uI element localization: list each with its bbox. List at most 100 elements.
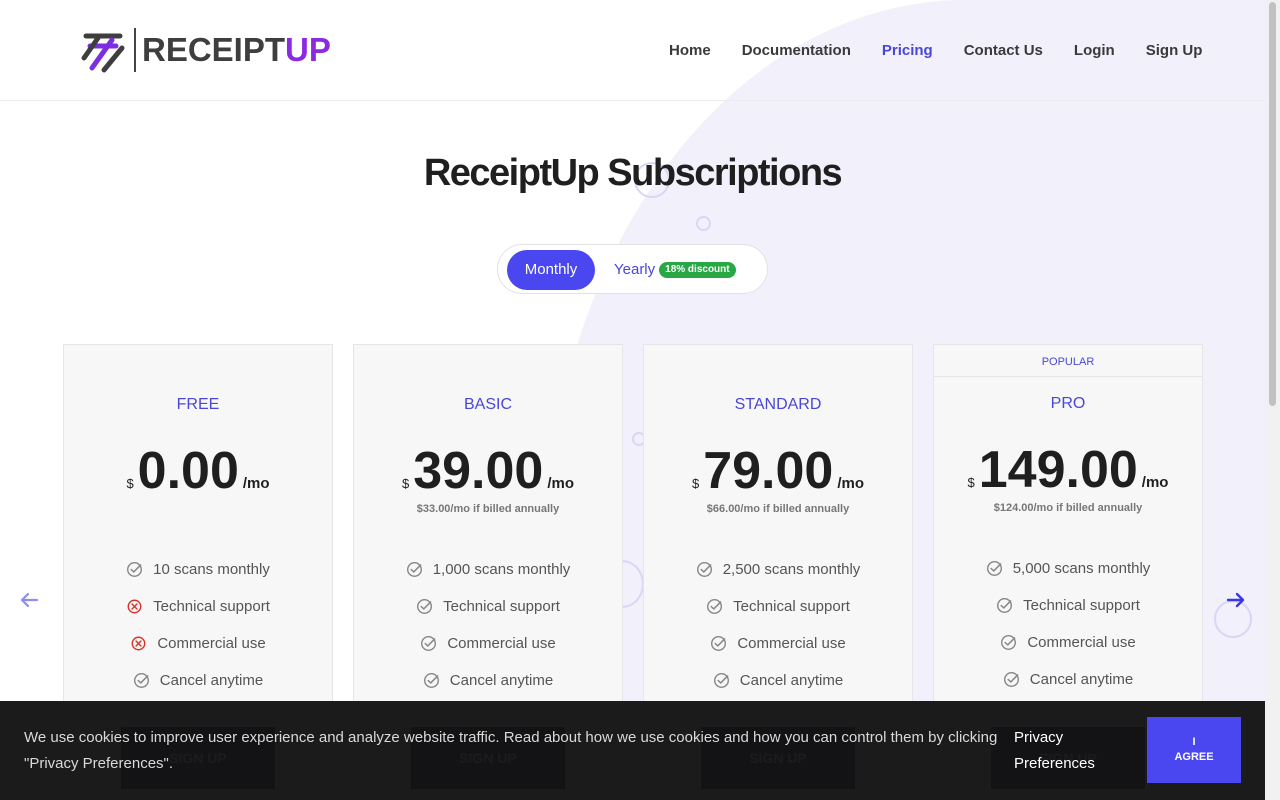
decorative-ring [696,216,711,231]
nav-documentation[interactable]: Documentation [742,40,851,62]
agree-button[interactable]: I AGREE [1147,717,1241,783]
popular-label: POPULAR [934,345,1202,377]
feature-text: Cancel anytime [739,672,844,689]
brand-name: RECEIPTUP [142,31,331,68]
price-period: /mo [837,475,865,492]
feature-text: Technical support [153,598,270,615]
feature-text: Commercial use [157,635,266,652]
nav-sign-up[interactable]: Sign Up [1146,40,1203,62]
check-circle-icon [1000,634,1017,651]
check-circle-icon [423,672,440,689]
scrollbar[interactable] [1265,0,1280,800]
check-circle-icon [996,597,1013,614]
plan-price: $149.00/mo [934,440,1202,500]
feature-item: Technical support [934,587,1202,624]
feature-text: Technical support [1023,597,1140,614]
feature-text: 5,000 scans monthly [1012,560,1151,577]
toggle-monthly[interactable]: Monthly [507,250,595,290]
feature-item: Cancel anytime [934,661,1202,698]
check-circle-icon [416,598,433,615]
feature-item: 1,000 scans monthly [354,551,622,588]
price-currency: $ [401,476,410,491]
feature-text: Cancel anytime [1029,671,1134,688]
price-amount: 149.00 [978,441,1138,499]
feature-text: Commercial use [737,635,846,652]
feature-text: 2,500 scans monthly [722,561,861,578]
price-amount: 0.00 [137,442,239,500]
feature-item: Technical support [64,588,332,625]
privacy-preferences-button[interactable]: Privacy Preferences [1014,725,1095,777]
nav-login[interactable]: Login [1074,40,1115,62]
feature-item: Technical support [644,588,912,625]
discount-badge: 18% discount [659,262,736,278]
feature-text: Technical support [443,598,560,615]
check-circle-icon [696,561,713,578]
billing-toggle: Monthly Yearly 18% discount [497,244,768,294]
feature-text: Cancel anytime [449,672,554,689]
price-amount: 79.00 [703,442,834,500]
feature-item: Cancel anytime [64,662,332,699]
check-circle-icon [710,635,727,652]
toggle-yearly[interactable]: Yearly 18% discount [614,250,736,290]
price-amount: 39.00 [413,442,544,500]
feature-item: Cancel anytime [644,662,912,699]
main-nav: Home Documentation Pricing Contact Us Lo… [669,40,1233,62]
check-circle-icon [986,560,1003,577]
annual-price-note: $124.00/mo if billed annually [993,502,1143,514]
nav-contact-us[interactable]: Contact Us [964,40,1043,62]
feature-item: Commercial use [644,625,912,662]
feature-item: 10 scans monthly [64,551,332,588]
check-circle-icon [706,598,723,615]
feature-item: Cancel anytime [354,662,622,699]
nav-home[interactable]: Home [669,40,711,62]
brand-logo[interactable]: RECEIPTUP [78,26,331,74]
x-circle-icon [126,598,143,615]
check-circle-icon [406,561,423,578]
feature-text: Technical support [733,598,850,615]
logo-mark-icon [81,33,125,73]
price-currency: $ [691,476,700,491]
check-circle-icon [420,635,437,652]
cookie-banner: We use cookies to improve user experienc… [0,701,1265,800]
logo-divider [134,28,136,72]
feature-list: 2,500 scans monthly Technical support Comm… [644,551,912,699]
arrow-right-icon[interactable] [1224,588,1248,612]
plan-name: FREE [176,396,220,413]
feature-text: Cancel anytime [159,672,264,689]
site-header: RECEIPTUP Home Documentation Pricing Con… [0,0,1265,101]
feature-item: Commercial use [934,624,1202,661]
price-period: /mo [242,475,270,492]
plan-name: PRO [1050,395,1086,412]
check-circle-icon [133,672,150,689]
annual-price-note: $33.00/mo if billed annually [416,503,560,515]
feature-list: 10 scans monthly Technical support Commerc… [64,551,332,699]
plan-price: $39.00/mo [354,441,622,501]
x-circle-icon [130,635,147,652]
price-currency: $ [967,475,975,490]
plan-name: BASIC [463,396,512,413]
cookie-message: We use cookies to improve user experienc… [24,729,998,772]
arrow-left-icon[interactable] [17,588,41,612]
feature-list: 1,000 scans monthly Technical support Comm… [354,551,622,699]
price-currency: $ [126,476,134,491]
annual-price-note: $66.00/mo if billed annually [706,503,850,515]
check-circle-icon [126,561,143,578]
price-period: /mo [1141,474,1169,491]
page-title: ReceiptUp Subscriptions [423,152,843,194]
feature-text: 1,000 scans monthly [432,561,571,578]
plan-name: STANDARD [734,396,822,413]
feature-list: 5,000 scans monthly Technical support Comm… [934,550,1202,698]
feature-item: Commercial use [354,625,622,662]
feature-text: Commercial use [1027,634,1136,651]
scrollbar-thumb[interactable] [1269,2,1276,406]
nav-pricing[interactable]: Pricing [882,40,933,62]
price-period: /mo [547,475,575,492]
feature-item: Technical support [354,588,622,625]
plan-price: $0.00/mo [64,441,332,501]
feature-item: 2,500 scans monthly [644,551,912,588]
toggle-yearly-label: Yearly [614,261,656,278]
feature-item: 5,000 scans monthly [934,550,1202,587]
feature-item: Commercial use [64,625,332,662]
check-circle-icon [713,672,730,689]
feature-text: Commercial use [447,635,556,652]
